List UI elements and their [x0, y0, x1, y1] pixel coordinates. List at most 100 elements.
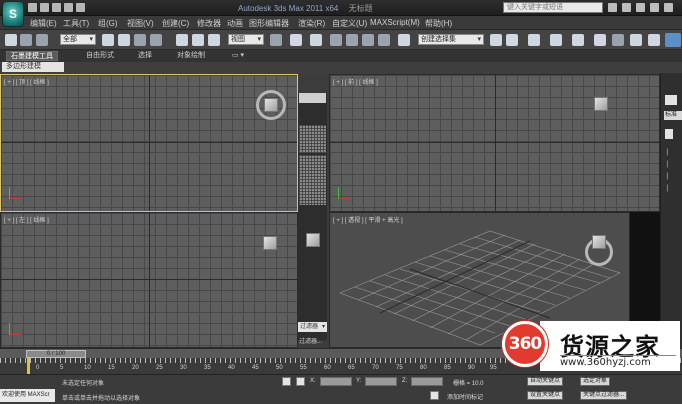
- z-coordinate-field[interactable]: [411, 377, 443, 386]
- reference-coord-dropdown[interactable]: 视图: [228, 34, 264, 45]
- menu-rendering[interactable]: 渲染(R): [298, 18, 325, 29]
- mirror-icon[interactable]: [490, 34, 502, 46]
- ribbon-options-icon[interactable]: ▭ ▾: [228, 51, 248, 61]
- close-icon[interactable]: [664, 3, 673, 12]
- viewcube-icon[interactable]: [594, 97, 608, 111]
- menu-views[interactable]: 视图(V): [127, 18, 154, 29]
- tab-object-paint[interactable]: 对象绘制: [173, 51, 209, 61]
- undo-toolbar-icon[interactable]: [5, 34, 17, 46]
- ruler-number: 5: [60, 365, 64, 371]
- star-icon[interactable]: [622, 3, 631, 12]
- viewport-label[interactable]: [ + ] [ 顶 ] [ 线框 ]: [4, 77, 49, 86]
- y-coordinate-field[interactable]: [365, 377, 397, 386]
- help-icon[interactable]: [636, 3, 645, 12]
- ruler-number: 15: [108, 365, 115, 371]
- scale-icon[interactable]: [208, 34, 220, 46]
- grid-axis: [149, 75, 150, 211]
- time-tag-icon[interactable]: [430, 391, 439, 400]
- menu-help[interactable]: 帮助(H): [425, 18, 452, 29]
- select-link-icon[interactable]: [20, 34, 32, 46]
- binoculars-icon[interactable]: [608, 3, 617, 12]
- app-logo-button[interactable]: S: [2, 1, 24, 27]
- key-filters-button[interactable]: 关键点过滤器...: [580, 391, 628, 400]
- absolute-mode-icon[interactable]: [296, 377, 305, 386]
- spinner-snap-icon[interactable]: [378, 34, 390, 46]
- auto-key-button[interactable]: 自动关键点: [527, 377, 564, 386]
- redo-icon[interactable]: [76, 3, 85, 12]
- menu-edit[interactable]: 编辑(E): [30, 18, 57, 29]
- add-time-tag[interactable]: 添加时间标记: [447, 392, 483, 401]
- schematic-view-icon[interactable]: [594, 34, 606, 46]
- menu-customize[interactable]: 自定义(U): [332, 18, 367, 29]
- viewport-front[interactable]: [ + ] [ 前 ] [ 线框 ]: [329, 74, 660, 212]
- select-manipulate-icon[interactable]: [290, 34, 302, 46]
- viewport-label[interactable]: [ + ] [ 前 ] [ 线框 ]: [333, 77, 378, 86]
- viewcube-icon[interactable]: [264, 98, 278, 112]
- new-file-icon[interactable]: [28, 3, 37, 12]
- object-type-dropdown[interactable]: 标准: [664, 111, 682, 120]
- unlink-icon[interactable]: [36, 34, 48, 46]
- percent-snap-icon[interactable]: [362, 34, 374, 46]
- menu-animation[interactable]: 动画: [227, 18, 243, 29]
- viewport-label[interactable]: [ + ] [ 左 ] [ 线框 ]: [4, 215, 49, 224]
- material-editor-icon[interactable]: [612, 34, 624, 46]
- polygon-modeling-panel[interactable]: 多边形建模: [2, 62, 64, 72]
- grid-axis: [494, 75, 496, 211]
- undo-icon[interactable]: [64, 3, 73, 12]
- lock-selection-icon[interactable]: [282, 377, 291, 386]
- tab-freeform[interactable]: 自由形式: [82, 51, 118, 61]
- selected-dropdown[interactable]: 选定对象: [580, 377, 611, 386]
- viewport-top[interactable]: [ + ] [ 顶 ] [ 线框 ]: [0, 74, 298, 212]
- create-tab-icon[interactable]: [665, 95, 677, 105]
- set-key-button[interactable]: 设置关键点: [527, 391, 564, 400]
- tab-graphite-modeling[interactable]: 石墨建模工具: [6, 51, 58, 61]
- edit-named-sets-icon[interactable]: [398, 34, 410, 46]
- graphite-toggle-icon[interactable]: [550, 34, 562, 46]
- rect-select-icon[interactable]: [134, 34, 146, 46]
- maxscript-listener[interactable]: 欢迎使用 MAXScr: [0, 389, 55, 402]
- command-panel: 标准 ▏ ▏ ▏ ▏: [660, 73, 682, 348]
- menu-maxscript[interactable]: MAXScript(M): [370, 18, 420, 27]
- menu-tools[interactable]: 工具(T): [63, 18, 89, 29]
- ruler-number: 25: [156, 365, 163, 371]
- render-production-icon[interactable]: [665, 33, 681, 47]
- time-slider[interactable]: 0 / 100: [26, 350, 86, 358]
- panel-mark: ▏: [667, 150, 672, 156]
- select-by-name-icon[interactable]: [118, 34, 130, 46]
- select-object-icon[interactable]: [102, 34, 114, 46]
- keyboard-shortcut-icon[interactable]: [310, 34, 322, 46]
- menu-create[interactable]: 创建(C): [162, 18, 189, 29]
- open-file-icon[interactable]: [40, 3, 49, 12]
- pivot-center-icon[interactable]: [270, 34, 282, 46]
- align-icon[interactable]: [506, 34, 518, 46]
- filter-dropdown[interactable]: 过滤器: [298, 322, 327, 332]
- ruler-number: 65: [348, 365, 355, 371]
- render-setup-icon[interactable]: [630, 34, 642, 46]
- layer-manager-icon[interactable]: [528, 34, 540, 46]
- menu-group[interactable]: 组(G): [98, 18, 118, 29]
- current-frame-marker[interactable]: [27, 358, 30, 374]
- menu-modifiers[interactable]: 修改器: [197, 18, 221, 29]
- x-coordinate-field[interactable]: [320, 377, 352, 386]
- minimize-icon[interactable]: [650, 3, 659, 12]
- rendered-frame-icon[interactable]: [648, 34, 660, 46]
- menu-graph-editors[interactable]: 图形编辑器: [249, 18, 289, 29]
- move-icon[interactable]: [176, 34, 188, 46]
- viewcube-icon[interactable]: [263, 236, 277, 250]
- ruler-number: 30: [180, 365, 187, 371]
- window-crossing-icon[interactable]: [150, 34, 162, 46]
- selection-filter-dropdown[interactable]: 全部: [60, 34, 96, 45]
- named-selection-dropdown[interactable]: 创建选择集: [418, 34, 484, 45]
- viewport-left[interactable]: [ + ] [ 左 ] [ 线框 ]: [0, 212, 298, 348]
- tab-selection[interactable]: 选择: [134, 51, 156, 61]
- angle-snap-icon[interactable]: [346, 34, 358, 46]
- panel-mark: ▏: [667, 162, 672, 168]
- curve-editor-icon[interactable]: [572, 34, 584, 46]
- rotate-icon[interactable]: [192, 34, 204, 46]
- search-input[interactable]: 键入关键字或短语: [503, 2, 603, 13]
- panel-scroll-icon[interactable]: [665, 129, 673, 139]
- viewcube-icon[interactable]: [306, 233, 320, 247]
- viewcube-icon[interactable]: [592, 235, 606, 249]
- snap-toggle-icon[interactable]: [330, 34, 342, 46]
- save-file-icon[interactable]: [52, 3, 61, 12]
